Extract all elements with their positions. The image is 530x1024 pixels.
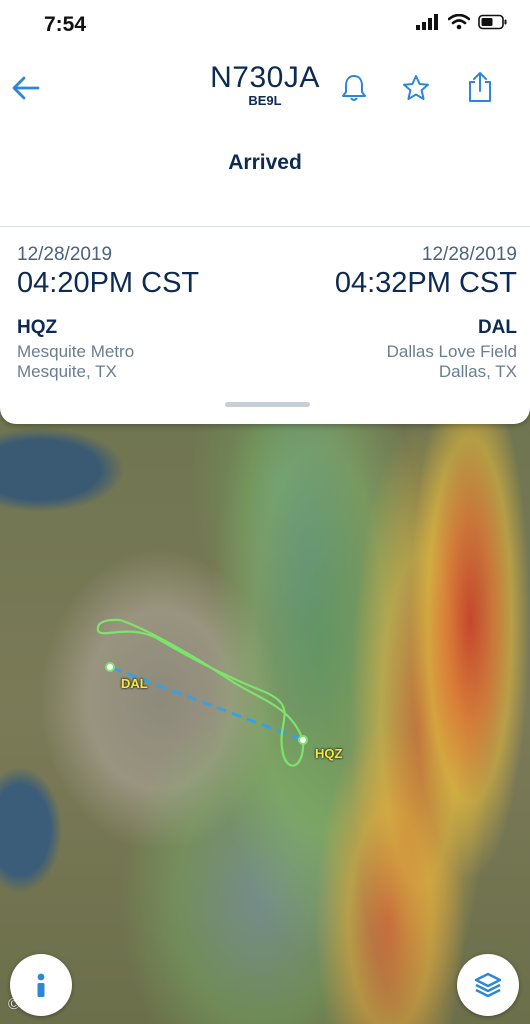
flight-details-sheet: 7:54 N730JA BE9L Arrived 12/28/2019 04:2… bbox=[0, 0, 530, 424]
arrival-city: Dallas, TX bbox=[438, 362, 517, 381]
alerts-button[interactable] bbox=[336, 70, 372, 106]
departure-date: 12/28/2019 bbox=[17, 244, 113, 265]
nav-bar: N730JA BE9L bbox=[0, 52, 530, 122]
bell-icon bbox=[342, 75, 366, 101]
origin-marker[interactable] bbox=[298, 735, 308, 745]
arrival-airport[interactable]: Dallas Love Field bbox=[277, 342, 517, 362]
map-layers-button[interactable] bbox=[457, 954, 519, 1016]
status-time: 7:54 bbox=[44, 13, 87, 36]
sheet-drag-handle[interactable] bbox=[225, 402, 310, 407]
divider bbox=[0, 226, 530, 227]
departure-info: 12/28/2019 04:20PM CST HQZ Mesquite Metr… bbox=[17, 244, 257, 382]
cellular-signal-icon bbox=[416, 14, 438, 30]
arrival-info: 12/28/2019 04:32PM CST DAL Dallas Love F… bbox=[277, 244, 517, 382]
layers-icon bbox=[474, 972, 502, 998]
departure-code[interactable]: HQZ bbox=[17, 317, 257, 339]
map-label-destination[interactable]: DAL bbox=[121, 676, 148, 691]
departure-time: 04:20PM CST bbox=[17, 267, 200, 299]
destination-marker[interactable] bbox=[105, 662, 115, 672]
arrival-code[interactable]: DAL bbox=[277, 317, 517, 339]
tail-number: N730JA bbox=[210, 61, 320, 94]
departure-airport[interactable]: Mesquite Metro bbox=[17, 342, 257, 362]
favorite-button[interactable] bbox=[398, 70, 434, 106]
share-icon bbox=[469, 72, 491, 102]
share-button[interactable] bbox=[462, 68, 498, 106]
info-button[interactable] bbox=[10, 954, 72, 1016]
star-icon bbox=[403, 75, 429, 100]
status-bar: 7:54 bbox=[0, 0, 530, 52]
flown-track-line bbox=[96, 618, 305, 767]
departure-city: Mesquite, TX bbox=[17, 362, 117, 381]
arrival-date: 12/28/2019 bbox=[421, 244, 517, 265]
map-label-origin[interactable]: HQZ bbox=[315, 746, 342, 761]
status-icons bbox=[416, 14, 508, 30]
battery-icon bbox=[478, 14, 507, 30]
aircraft-type: BE9L bbox=[248, 93, 282, 108]
arrival-time: 04:32PM CST bbox=[334, 267, 517, 299]
info-icon bbox=[37, 973, 45, 997]
wifi-icon bbox=[448, 14, 470, 30]
flight-status: Arrived bbox=[228, 151, 302, 174]
